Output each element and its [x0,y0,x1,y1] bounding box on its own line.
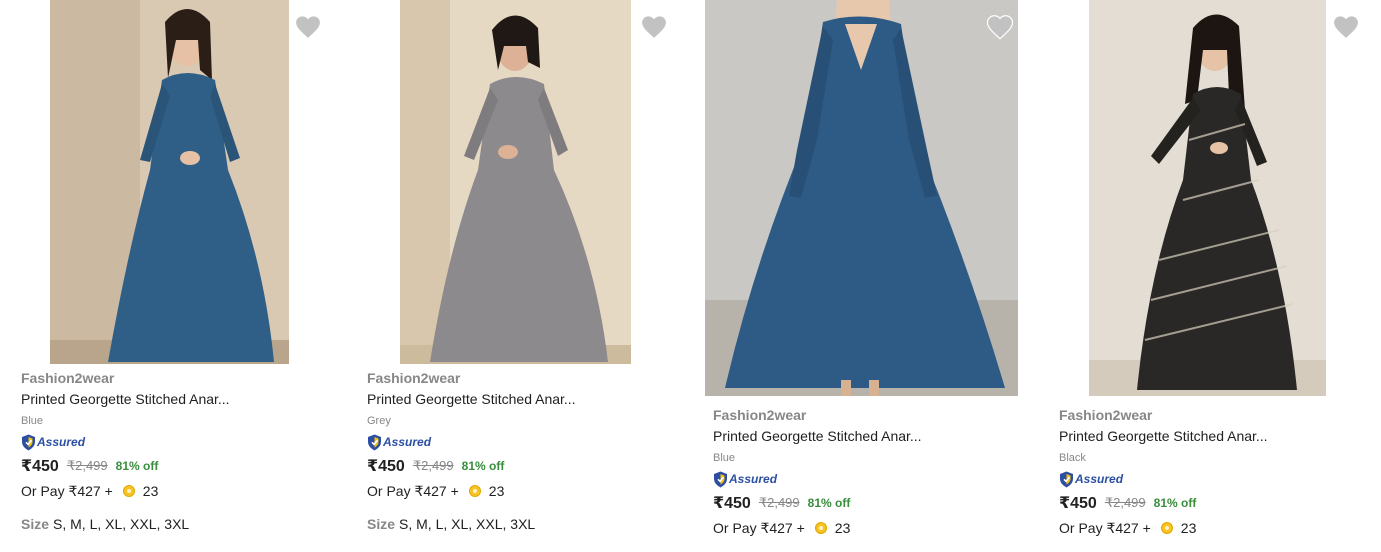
pay-with-coins-row: Or Pay ₹427 + 23 [1059,518,1359,538]
assured-shield-icon [368,434,381,450]
assured-badge: Assured [367,432,667,452]
pay-with-coins-row: Or Pay ₹427 + 23 [713,518,1013,538]
brand-name: Fashion2wear [1059,407,1153,423]
supercoin-icon [122,485,135,497]
product-card[interactable]: Fashion2wear Printed Georgette Stitched … [0,0,346,552]
product-grid: Fashion2wear Printed Georgette Stitched … [0,0,1381,552]
assured-label: Assured [37,435,86,449]
brand-name: Fashion2wear [367,370,461,386]
price-row: ₹450 ₹2,499 81% off [21,455,321,477]
selling-price: ₹450 [713,495,751,512]
selling-price: ₹450 [1059,495,1097,512]
supercoin-icon [814,522,827,534]
size-values: S, M, L, XL, XXL, 3XL [53,516,190,532]
product-info: Fashion2wear Printed Georgette Stitched … [1059,405,1359,538]
size-row: Size S, M, L, XL, XXL, 3XL [21,514,321,534]
pay-text: Or Pay ₹427 + [1059,519,1151,536]
product-image[interactable] [1089,0,1326,396]
coin-count: 23 [1180,520,1197,536]
discount-percent: 81% off [1153,496,1197,510]
price-row: ₹450 ₹2,499 81% off [1059,492,1359,514]
assured-badge: Assured [21,432,321,452]
assured-label: Assured [1075,472,1124,486]
coin-count: 23 [142,483,159,499]
supercoin-icon [1160,522,1173,534]
price-row: ₹450 ₹2,499 81% off [713,492,1013,514]
product-color: Grey [367,415,391,427]
original-price: ₹2,499 [758,495,800,510]
product-image[interactable] [400,0,631,364]
discount-percent: 81% off [461,459,505,473]
original-price: ₹2,499 [1104,495,1146,510]
size-row: Size S, M, L, XL, XXL, 3XL [367,514,667,534]
wishlist-heart-icon[interactable] [985,12,1015,42]
size-values: S, M, L, XL, XXL, 3XL [399,516,536,532]
product-info: Fashion2wear Printed Georgette Stitched … [367,368,667,534]
brand-name: Fashion2wear [713,407,807,423]
wishlist-heart-icon[interactable] [293,12,323,42]
pay-with-coins-row: Or Pay ₹427 + 23 [367,481,667,501]
product-title[interactable]: Printed Georgette Stitched Anar... [367,389,667,409]
coin-count: 23 [834,520,851,536]
discount-percent: 81% off [115,459,159,473]
product-color: Blue [713,452,736,464]
supercoin-icon [468,485,481,497]
assured-label: Assured [383,435,432,449]
original-price: ₹2,499 [66,458,108,473]
discount-percent: 81% off [807,496,851,510]
assured-shield-icon [1060,471,1073,487]
size-label: Size [367,516,396,532]
pay-with-coins-row: Or Pay ₹427 + 23 [21,481,321,501]
selling-price: ₹450 [367,458,405,475]
product-card[interactable]: Fashion2wear Printed Georgette Stitched … [1038,0,1381,552]
product-title[interactable]: Printed Georgette Stitched Anar... [21,389,321,409]
product-color: Blue [21,415,44,427]
coin-count: 23 [488,483,505,499]
price-row: ₹450 ₹2,499 81% off [367,455,667,477]
product-title[interactable]: Printed Georgette Stitched Anar... [713,426,1013,446]
assured-shield-icon [22,434,35,450]
pay-text: Or Pay ₹427 + [713,519,805,536]
product-card[interactable]: Fashion2wear Printed Georgette Stitched … [692,0,1038,552]
wishlist-heart-icon[interactable] [639,12,669,42]
pay-text: Or Pay ₹427 + [21,482,113,499]
product-image[interactable] [50,0,289,364]
selling-price: ₹450 [21,458,59,475]
product-info: Fashion2wear Printed Georgette Stitched … [21,368,321,534]
assured-label: Assured [729,472,778,486]
product-card[interactable]: Fashion2wear Printed Georgette Stitched … [346,0,692,552]
wishlist-heart-icon[interactable] [1331,12,1361,42]
pay-text: Or Pay ₹427 + [367,482,459,499]
original-price: ₹2,499 [412,458,454,473]
assured-badge: Assured [1059,469,1359,489]
assured-shield-icon [714,471,727,487]
product-info: Fashion2wear Printed Georgette Stitched … [713,405,1013,538]
brand-name: Fashion2wear [21,370,115,386]
size-label: Size [21,516,50,532]
product-color: Black [1059,452,1086,464]
product-image[interactable] [705,0,1018,396]
product-title[interactable]: Printed Georgette Stitched Anar... [1059,426,1359,446]
assured-badge: Assured [713,469,1013,489]
